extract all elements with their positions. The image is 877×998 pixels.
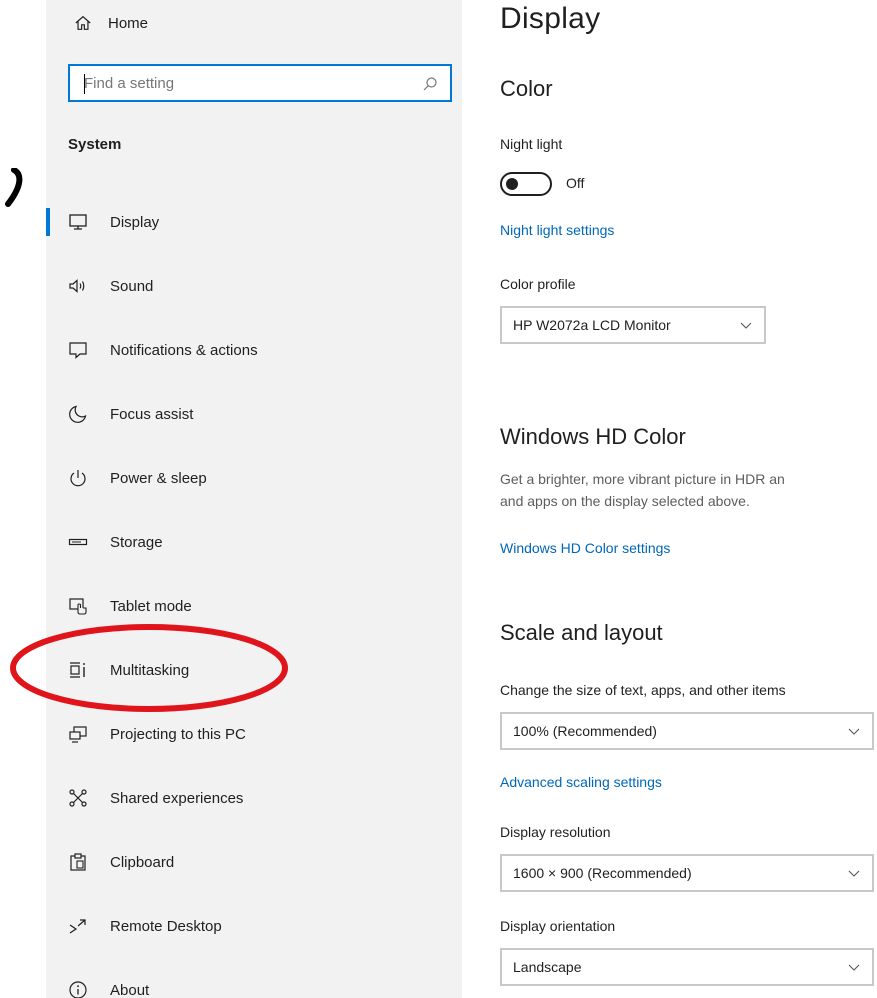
- sidebar-item-label: Notifications & actions: [110, 341, 258, 359]
- sidebar-item-display[interactable]: Display: [46, 190, 462, 254]
- sidebar-item-label: About: [110, 981, 150, 998]
- sidebar-item-label: Focus assist: [110, 405, 194, 423]
- display-settings-panel: Display Color Night light Off Night ligh…: [462, 0, 877, 998]
- left-margin: [0, 0, 46, 998]
- search-input[interactable]: [84, 74, 404, 92]
- sidebar-item-shared-experiences[interactable]: Shared experiences: [46, 766, 462, 830]
- sidebar-item-label: Power & sleep: [110, 469, 207, 487]
- storage-icon: [68, 538, 88, 546]
- hd-color-settings-link[interactable]: Windows HD Color settings: [500, 540, 670, 556]
- night-light-state: Off: [566, 175, 585, 191]
- notification-icon: [69, 342, 87, 359]
- resolution-value: 1600 × 900 (Recommended): [513, 865, 692, 881]
- chevron-down-icon: [740, 322, 752, 329]
- sidebar-item-label: Tablet mode: [110, 597, 192, 615]
- section-title: System: [68, 136, 122, 153]
- tablet-mode-icon: [69, 598, 87, 615]
- chevron-down-icon: [848, 728, 860, 735]
- scale-layout-heading: Scale and layout: [500, 620, 663, 645]
- remote-desktop-icon: [69, 919, 86, 934]
- sidebar-item-label: Shared experiences: [110, 789, 244, 807]
- color-heading: Color: [500, 76, 553, 101]
- sidebar-item-label: Display: [110, 213, 160, 231]
- sidebar-item-sound[interactable]: Sound: [46, 254, 462, 318]
- hd-color-description-line1: Get a brighter, more vibrant picture in …: [500, 471, 785, 487]
- sidebar-item-label: Remote Desktop: [110, 917, 222, 935]
- annotation-mark: [5, 168, 23, 207]
- sidebar-item-label: Storage: [110, 533, 163, 551]
- search-box[interactable]: [68, 64, 452, 102]
- advanced-scaling-link[interactable]: Advanced scaling settings: [500, 774, 662, 790]
- sidebar-item-multitasking[interactable]: Multitasking: [46, 638, 462, 702]
- sidebar-item-label: Clipboard: [110, 853, 175, 871]
- color-profile-label: Color profile: [500, 276, 576, 292]
- speaker-icon: [69, 279, 85, 293]
- toggle-knob: [506, 178, 518, 190]
- night-light-settings-link[interactable]: Night light settings: [500, 222, 614, 238]
- resolution-select[interactable]: 1600 × 900 (Recommended): [500, 854, 874, 892]
- sidebar-nav: Display Sound Notifications & actions Fo…: [46, 190, 462, 998]
- home-link[interactable]: Home: [74, 10, 148, 36]
- sidebar-item-label: Sound: [110, 277, 154, 295]
- color-profile-select[interactable]: HP W2072a LCD Monitor: [500, 306, 766, 344]
- chevron-down-icon: [848, 964, 860, 971]
- hd-color-heading: Windows HD Color: [500, 424, 686, 449]
- home-label: Home: [108, 14, 149, 32]
- sidebar-item-label: Projecting to this PC: [110, 725, 246, 743]
- projecting-icon: [69, 726, 87, 743]
- power-icon: [70, 470, 86, 487]
- sidebar-item-power-sleep[interactable]: Power & sleep: [46, 446, 462, 510]
- orientation-label: Display orientation: [500, 918, 616, 934]
- text-caret: [84, 74, 85, 94]
- moon-icon: [69, 405, 87, 423]
- orientation-select[interactable]: Landscape: [500, 948, 874, 986]
- hd-color-description-line2: and apps on the display selected above.: [500, 493, 750, 509]
- orientation-value: Landscape: [513, 959, 582, 975]
- scale-select[interactable]: 100% (Recommended): [500, 712, 874, 750]
- info-icon: [69, 981, 87, 998]
- color-profile-value: HP W2072a LCD Monitor: [513, 317, 671, 333]
- monitor-icon: [69, 214, 87, 230]
- sidebar-item-label: Multitasking: [110, 661, 190, 679]
- sidebar: Home System Display Sound Notifications …: [46, 0, 462, 998]
- sidebar-item-tablet-mode[interactable]: Tablet mode: [46, 574, 462, 638]
- sidebar-item-about[interactable]: About: [46, 958, 462, 998]
- home-icon: [75, 15, 91, 30]
- multitasking-icon: [70, 662, 85, 678]
- change-size-label: Change the size of text, apps, and other…: [500, 682, 786, 698]
- scale-value: 100% (Recommended): [513, 723, 657, 739]
- night-light-toggle[interactable]: [500, 172, 552, 196]
- sidebar-item-remote-desktop[interactable]: Remote Desktop: [46, 894, 462, 958]
- sidebar-item-storage[interactable]: Storage: [46, 510, 462, 574]
- clipboard-icon: [70, 853, 86, 871]
- resolution-label: Display resolution: [500, 824, 611, 840]
- search-icon[interactable]: [422, 76, 438, 92]
- sidebar-item-notifications[interactable]: Notifications & actions: [46, 318, 462, 382]
- sidebar-item-projecting[interactable]: Projecting to this PC: [46, 702, 462, 766]
- sidebar-item-clipboard[interactable]: Clipboard: [46, 830, 462, 894]
- night-light-label: Night light: [500, 136, 563, 152]
- chevron-down-icon: [848, 870, 860, 877]
- shared-experiences-icon: [69, 789, 87, 807]
- sidebar-item-focus-assist[interactable]: Focus assist: [46, 382, 462, 446]
- page-title: Display: [500, 2, 601, 35]
